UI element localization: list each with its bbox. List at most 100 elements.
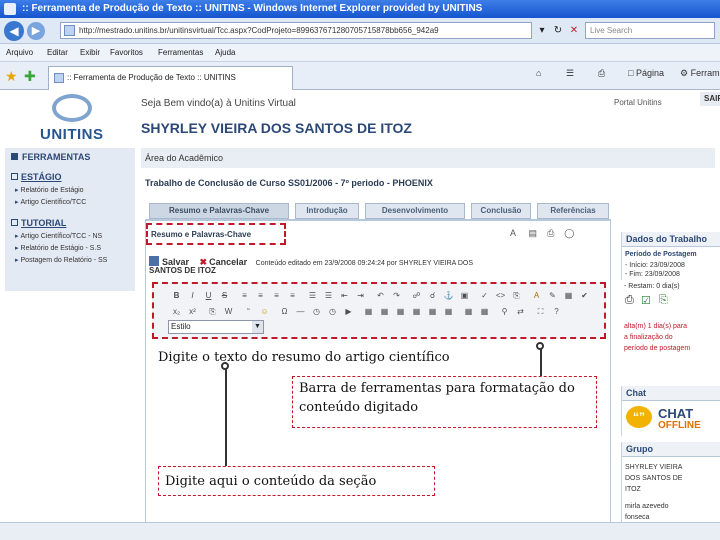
tab-referencias[interactable]: Referências bbox=[537, 203, 609, 219]
paste-icon[interactable]: ⎘ bbox=[206, 304, 219, 317]
media-icon[interactable]: ▶ bbox=[342, 304, 355, 317]
special-char-icon[interactable]: Ω bbox=[278, 304, 291, 317]
portal-link[interactable]: Portal Unitins bbox=[614, 98, 662, 107]
superscript-icon[interactable]: x² bbox=[186, 304, 199, 317]
refresh-icon[interactable]: ↻ bbox=[550, 22, 566, 39]
font-size-icon[interactable]: A bbox=[510, 228, 516, 238]
sidebar-item-tutorial-postagem[interactable]: Postagem do Relatório - SS bbox=[15, 256, 108, 264]
bullet-list-icon[interactable]: ☰ bbox=[322, 288, 335, 301]
sidebar-item-artigo-cientifico[interactable]: Artigo Científico/TCC bbox=[15, 198, 87, 206]
highlight-icon[interactable]: ✎ bbox=[546, 288, 559, 301]
underline-icon[interactable]: U bbox=[202, 288, 215, 301]
anchor-icon[interactable]: ⚓ bbox=[442, 288, 455, 301]
indent-icon[interactable]: ⇥ bbox=[354, 288, 367, 301]
insert-col-icon[interactable]: ▦ bbox=[394, 304, 407, 317]
menu-item-favoritos[interactable]: Favoritos bbox=[110, 48, 143, 57]
search-input[interactable]: Live Search bbox=[585, 22, 715, 39]
menu-item-exibir[interactable]: Exibir bbox=[80, 48, 100, 57]
dropdown-arrow-icon[interactable]: ▾ bbox=[534, 22, 550, 39]
tools-menu-label: Ferramentas bbox=[690, 68, 720, 78]
html-icon[interactable]: <> bbox=[494, 288, 507, 301]
outdent-icon[interactable]: ⇤ bbox=[338, 288, 351, 301]
comment-icon[interactable]: ◯ bbox=[564, 228, 574, 238]
table-icon[interactable]: ▦ bbox=[562, 288, 575, 301]
undo-icon[interactable]: ↶ bbox=[374, 288, 387, 301]
feeds-icon[interactable]: ☰ bbox=[566, 68, 574, 79]
tab-conclusao[interactable]: Conclusão bbox=[471, 203, 531, 219]
delete-col-icon[interactable]: ▦ bbox=[410, 304, 423, 317]
sidebar-title: FERRAMENTAS bbox=[5, 152, 135, 166]
menu-item-ferramentas[interactable]: Ferramentas bbox=[158, 48, 203, 57]
font-style-select[interactable]: Estilo ▼ bbox=[168, 320, 264, 334]
merge-cell-icon[interactable]: ▦ bbox=[442, 304, 455, 317]
fullscreen-icon[interactable]: ⛶ bbox=[534, 304, 547, 317]
tools-menu[interactable]: ⚙ Ferramentas bbox=[680, 68, 720, 79]
text-color-icon[interactable]: A bbox=[530, 288, 543, 301]
split-cell-icon[interactable]: ▦ bbox=[426, 304, 439, 317]
redo-icon[interactable]: ↷ bbox=[390, 288, 403, 301]
panel-actions: - Restam: 0 dia(s) ⎙ ☑ ⎘ bbox=[621, 282, 720, 314]
sidebar-section-estagio[interactable]: ESTÁGIO bbox=[7, 172, 133, 184]
print-icon[interactable]: ⎙ bbox=[598, 68, 605, 79]
sidebar-item-tutorial-relatorio[interactable]: Relatório de Estágio - S.S bbox=[15, 244, 102, 252]
time-icon[interactable]: ◷ bbox=[326, 304, 339, 317]
unlink-icon[interactable]: ☌ bbox=[426, 288, 439, 301]
check-doc-icon[interactable]: ☑ bbox=[641, 294, 651, 307]
insert-row-icon[interactable]: ▦ bbox=[362, 304, 375, 317]
spellcheck-icon[interactable]: ✔ bbox=[578, 288, 591, 301]
delete-row-icon[interactable]: ▦ bbox=[378, 304, 391, 317]
panel-grupo: Grupo SHYRLEY VIEIRA DOS SANTOS DE ITOZ … bbox=[621, 442, 720, 522]
alert-box: alta(m) 1 dia(s) para a finalização do p… bbox=[621, 320, 720, 354]
back-arrow-icon[interactable]: ◀ bbox=[4, 21, 24, 41]
font-style-value: Estilo bbox=[171, 322, 191, 331]
quote-icon[interactable]: “ bbox=[242, 304, 255, 317]
tab-resumo[interactable]: Resumo e Palavras-Chave bbox=[149, 203, 289, 219]
subscript-icon[interactable]: x₂ bbox=[170, 304, 183, 317]
menu-item-editar[interactable]: Editar bbox=[47, 48, 68, 57]
sidebar-title-text: FERRAMENTAS bbox=[22, 152, 91, 162]
copy-icon[interactable]: ⎘ bbox=[510, 288, 523, 301]
export-icon[interactable]: ⎘ bbox=[659, 294, 668, 307]
sidebar-item-relatorio-estagio[interactable]: Relatório de Estágio bbox=[15, 186, 84, 194]
url-field[interactable]: http://mestrado.unitins.br/unitinsvirtua… bbox=[60, 22, 532, 39]
cleanup-icon[interactable]: ✓ bbox=[478, 288, 491, 301]
menu-item-arquivo[interactable]: Arquivo bbox=[6, 48, 33, 57]
find-icon[interactable]: ⚲ bbox=[498, 304, 511, 317]
align-center-icon[interactable]: ≡ bbox=[254, 288, 267, 301]
sidebar-item-tutorial-artigo[interactable]: Artigo Científico/TCC - NS bbox=[15, 232, 103, 240]
table-props-icon[interactable]: ▦ bbox=[462, 304, 475, 317]
align-left-icon[interactable]: ≡ bbox=[238, 288, 251, 301]
numbered-list-icon[interactable]: ☰ bbox=[306, 288, 319, 301]
emoticon-icon[interactable]: ☺ bbox=[258, 304, 271, 317]
preview-icon[interactable]: ▤ bbox=[529, 228, 538, 238]
image-icon[interactable]: ▣ bbox=[458, 288, 471, 301]
justify-icon[interactable]: ≡ bbox=[286, 288, 299, 301]
cell-props-icon[interactable]: ▦ bbox=[478, 304, 491, 317]
section-label: ESTÁGIO bbox=[21, 172, 62, 182]
chat-status[interactable]: “” CHAT OFFLINE bbox=[626, 404, 716, 434]
horizontal-rule-icon[interactable]: — bbox=[294, 304, 307, 317]
stop-icon[interactable]: ✕ bbox=[566, 22, 582, 39]
link-icon[interactable]: ☍ bbox=[410, 288, 423, 301]
paste-word-icon[interactable]: W bbox=[222, 304, 235, 317]
forward-arrow-icon[interactable]: ▶ bbox=[27, 22, 45, 40]
date-icon[interactable]: ◷ bbox=[310, 304, 323, 317]
home-icon[interactable]: ⌂ bbox=[536, 68, 541, 78]
italic-icon[interactable]: I bbox=[186, 288, 199, 301]
browser-tab[interactable]: :: Ferramenta de Produção de Texto :: UN… bbox=[48, 66, 293, 90]
tab-desenvolvimento[interactable]: Desenvolvimento bbox=[365, 203, 465, 219]
replace-icon[interactable]: ⇄ bbox=[514, 304, 527, 317]
favorites-star-icon[interactable]: ★ bbox=[5, 68, 18, 85]
help-icon[interactable]: ? bbox=[550, 304, 563, 317]
print-icon[interactable]: ⎙ bbox=[625, 294, 634, 307]
bold-icon[interactable]: B bbox=[170, 288, 183, 301]
page-menu[interactable]: □ Página bbox=[628, 68, 664, 78]
menu-item-ajuda[interactable]: Ajuda bbox=[215, 48, 235, 57]
add-favorite-icon[interactable]: ✚ bbox=[24, 68, 36, 85]
strikethrough-icon[interactable]: S bbox=[218, 288, 231, 301]
sidebar-section-tutorial[interactable]: TUTORIAL bbox=[7, 218, 133, 230]
tab-introducao[interactable]: Introdução bbox=[295, 203, 359, 219]
print-icon[interactable]: ⎙ bbox=[547, 228, 554, 238]
align-right-icon[interactable]: ≡ bbox=[270, 288, 283, 301]
logout-button[interactable]: SAIR bbox=[700, 92, 720, 106]
